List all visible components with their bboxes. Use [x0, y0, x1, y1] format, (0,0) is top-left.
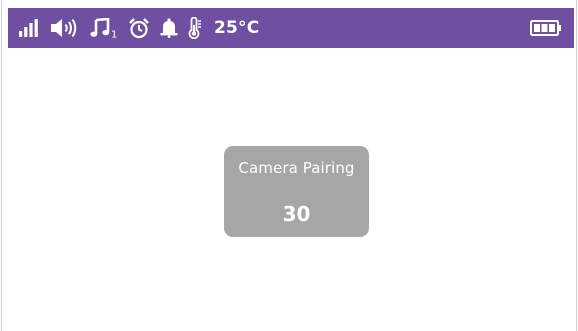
status-bar: 1 25°C — [8, 8, 574, 48]
signal-strength-icon — [18, 8, 40, 48]
temperature-readout: 25°C — [214, 18, 260, 38]
pairing-countdown: 30 — [282, 202, 311, 226]
lullaby-music-icon: 1 — [90, 8, 118, 48]
dialog-title: Camera Pairing — [238, 159, 355, 177]
monitor-screen: 1 25°C Camera Pairing 30 — [1, 0, 577, 331]
battery-full-icon — [530, 8, 562, 48]
camera-pairing-dialog: Camera Pairing 30 — [224, 146, 369, 237]
status-icons: 1 25°C — [18, 8, 259, 48]
thermometer-icon — [188, 8, 202, 48]
bell-alert-icon — [160, 8, 178, 48]
alarm-clock-icon — [128, 8, 150, 48]
speaker-volume-icon — [50, 8, 80, 48]
lullaby-track-number: 1 — [111, 30, 117, 39]
